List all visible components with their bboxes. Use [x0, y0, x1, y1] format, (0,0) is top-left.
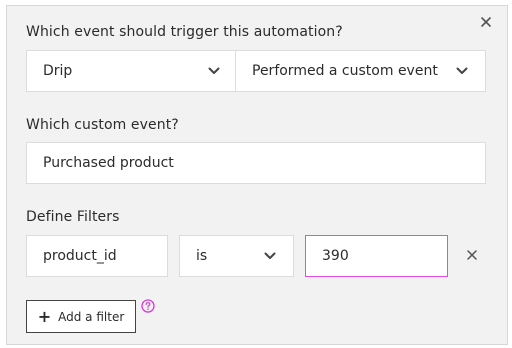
filter-operator-select[interactable]: is [179, 235, 294, 277]
filter-value-text: 390 [322, 248, 349, 264]
filter-value-input[interactable]: 390 [305, 235, 448, 277]
trigger-question-label: Which event should trigger this automati… [26, 24, 343, 40]
trigger-event-type-select[interactable]: Performed a custom event [235, 50, 486, 92]
question-circle-icon[interactable] [141, 299, 155, 313]
define-filters-label: Define Filters [26, 209, 120, 225]
remove-filter-icon[interactable] [466, 249, 478, 261]
filter-operator-value: is [196, 248, 208, 264]
trigger-source-select[interactable]: Drip [26, 50, 236, 92]
custom-event-input[interactable]: Purchased product [26, 142, 486, 184]
filter-property-input[interactable]: product_id [26, 235, 168, 277]
add-filter-button[interactable]: + Add a filter [26, 300, 136, 333]
add-filter-label: Add a filter [58, 309, 125, 324]
chevron-down-icon [264, 252, 276, 259]
close-icon[interactable] [478, 14, 494, 30]
trigger-source-value: Drip [43, 63, 73, 79]
chevron-down-icon [208, 67, 220, 74]
plus-icon: + [37, 306, 52, 326]
custom-event-question-label: Which custom event? [26, 117, 179, 133]
trigger-event-type-value: Performed a custom event [252, 63, 438, 79]
custom-event-value: Purchased product [43, 155, 174, 171]
chevron-down-icon [456, 67, 468, 74]
filter-property-value: product_id [43, 248, 117, 264]
